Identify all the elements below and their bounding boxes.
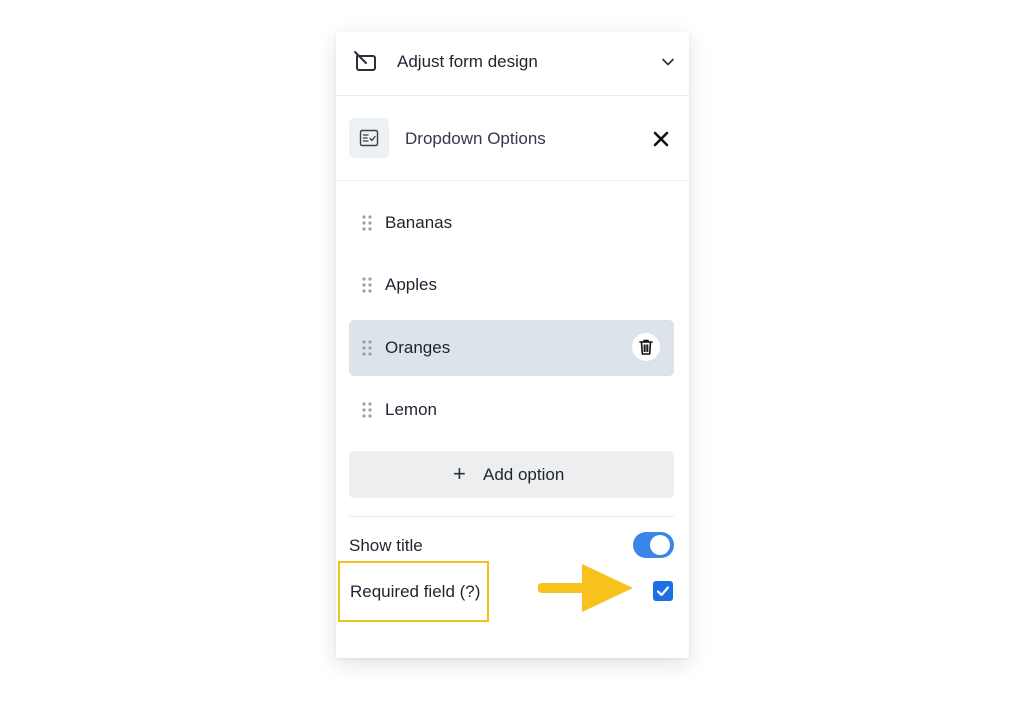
plus-icon: + [453,461,466,486]
option-label: Apples [385,275,437,294]
drag-handle-icon[interactable] [361,276,373,294]
delete-option-button[interactable] [632,333,660,361]
option-item-lemon[interactable]: Lemon [349,382,674,438]
toggle-knob [650,535,670,555]
add-option-button[interactable]: + Add option [349,451,674,498]
option-label: Bananas [385,213,453,232]
close-icon[interactable] [652,130,670,148]
section-title: Dropdown Options [405,129,546,148]
highlight-box [338,561,489,622]
drag-handle-icon[interactable] [361,401,373,419]
show-title-toggle[interactable] [633,532,674,558]
arrow-right-icon [538,564,633,612]
option-label: Lemon [385,400,437,419]
panel-title: Adjust form design [397,52,538,71]
slash-rectangle-icon [354,51,376,71]
drag-handle-icon[interactable] [361,214,373,232]
option-item-apples[interactable]: Apples [349,257,674,313]
checkmark-icon [656,586,670,597]
add-option-label: Add option [483,465,565,484]
panel-header[interactable]: Adjust form design [336,32,689,96]
show-title-label: Show title [349,536,423,555]
divider [349,516,674,517]
list-check-icon [359,129,379,147]
required-field-checkbox[interactable] [653,581,673,601]
section-icon-tile [349,118,389,158]
chevron-down-icon[interactable] [661,55,675,69]
option-label: Oranges [385,338,451,357]
drag-handle-icon[interactable] [361,339,373,357]
dropdown-options-header: Dropdown Options [336,96,689,181]
trash-icon [639,339,653,355]
option-item-bananas[interactable]: Bananas [349,195,674,251]
option-item-oranges[interactable]: Oranges [349,320,674,376]
